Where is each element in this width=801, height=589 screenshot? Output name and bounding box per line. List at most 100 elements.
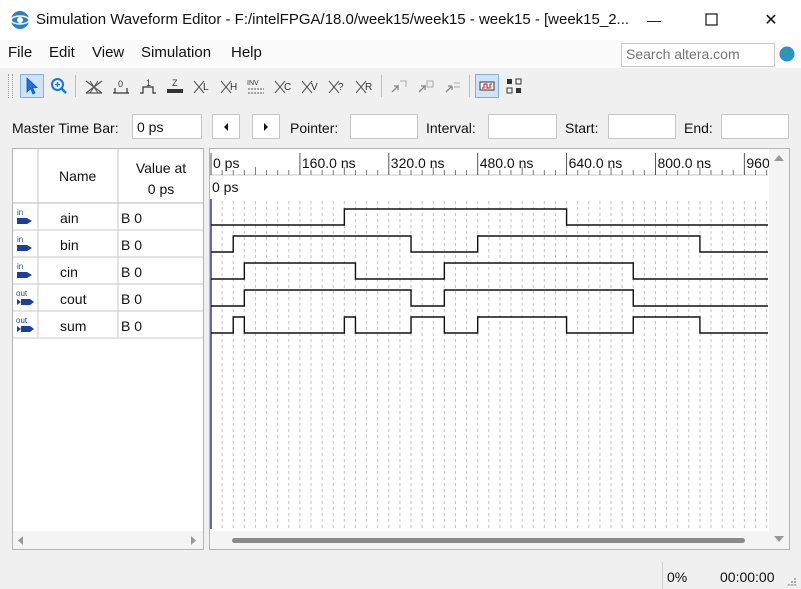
svg-text:H: H [230, 82, 237, 93]
weak-low-button[interactable]: L [190, 74, 214, 98]
waveform-sum [211, 316, 768, 334]
forcing-high-button[interactable]: 1 [136, 74, 160, 98]
random-values-button[interactable]: R [352, 74, 376, 98]
high-impedance-button[interactable]: Z [163, 74, 187, 98]
window-title: Simulation Waveform Editor - F:/intelFPG… [36, 11, 630, 28]
globe-icon[interactable] [779, 46, 795, 62]
clock-icon: C [274, 80, 291, 94]
signal-row-cout[interactable]: out cout B 0 [13, 285, 203, 311]
value-header-line2: 0 ps [147, 181, 175, 197]
svg-text:0: 0 [118, 79, 123, 89]
master-time-bar-field[interactable]: 0 ps [132, 114, 202, 139]
signal-name: bin [60, 237, 79, 253]
scrollbar-thumb[interactable] [232, 538, 745, 543]
svg-text:out: out [16, 289, 28, 298]
search-input[interactable] [622, 44, 772, 64]
forcing-low-button[interactable]: 0 [109, 74, 133, 98]
quartus-app-icon [10, 11, 30, 29]
unknown-value-icon [85, 80, 103, 94]
scroll-left-icon[interactable] [17, 536, 25, 545]
group-icon [445, 82, 460, 93]
count-value-button[interactable]: V [298, 74, 322, 98]
scroll-up-icon[interactable] [774, 154, 784, 162]
weak-high-icon: H [220, 80, 237, 94]
name-column-header[interactable]: Name [59, 168, 96, 184]
zoom-icon [51, 78, 67, 94]
weak-low-icon: L [193, 80, 209, 94]
weak-high-button[interactable]: H [217, 74, 241, 98]
toolbar-separator [381, 75, 382, 97]
signal-value: B 0 [121, 237, 143, 253]
signal-name: cout [60, 291, 87, 307]
group-button[interactable] [441, 74, 465, 98]
svg-text:Z: Z [172, 78, 178, 88]
forcing-unknown-button[interactable] [82, 74, 106, 98]
pointer-field[interactable] [350, 114, 418, 139]
menu-simulation[interactable]: Simulation [141, 44, 211, 61]
arbitrary-value-button[interactable]: ? [325, 74, 349, 98]
selection-tool-button[interactable] [20, 74, 44, 98]
input-pin-icon: in [17, 262, 32, 278]
waveform-cout [211, 289, 768, 307]
elapsed-time: 00:00:00 [720, 569, 775, 585]
resize-grip-icon[interactable] [786, 576, 798, 588]
invert-button[interactable]: INV [244, 74, 268, 98]
previous-transition-button[interactable] [212, 114, 240, 139]
ruler-tick-label: 0 ps [213, 155, 239, 171]
waveform-horizontal-scrollbar[interactable] [210, 531, 769, 549]
sort-button[interactable] [414, 74, 438, 98]
svg-text:V: V [311, 82, 318, 93]
signal-row-sum[interactable]: out sum B 0 [13, 312, 203, 338]
left-horizontal-scrollbar[interactable] [13, 531, 203, 549]
signal-row-cin[interactable]: in cin B 0 [13, 258, 203, 284]
toolbar-grip[interactable] [8, 74, 13, 98]
close-button[interactable]: ✕ [742, 0, 800, 40]
zoom-tool-button[interactable] [47, 74, 71, 98]
forcing-high-icon: 1 [140, 78, 156, 94]
next-transition-button[interactable] [252, 114, 280, 139]
time-ruler: 0 ps 160.0 ns 320.0 ns 480.0 ns 640.0 ns 800.… [210, 153, 789, 175]
menu-help[interactable]: Help [231, 44, 262, 61]
scroll-down-icon[interactable] [774, 535, 784, 543]
signal-row-ain[interactable]: in ain B 0 [13, 204, 203, 230]
scroll-right-icon[interactable] [189, 536, 197, 545]
clock-button[interactable]: C [271, 74, 295, 98]
master-time-bar-label: Master Time Bar: [12, 120, 119, 136]
svg-text:L: L [203, 82, 209, 93]
overwrite-clock-button[interactable] [475, 74, 499, 98]
maximize-button[interactable] [683, 0, 741, 40]
menu-edit[interactable]: Edit [49, 44, 75, 61]
start-label: Start: [565, 120, 599, 136]
forcing-low-icon: 0 [113, 79, 129, 94]
end-label: End: [684, 120, 713, 136]
interval-field[interactable] [488, 114, 557, 139]
toolbar-separator [75, 75, 76, 97]
input-pin-icon: in [17, 208, 32, 224]
signal-value: B 0 [121, 264, 143, 280]
svg-text:out: out [16, 316, 28, 325]
signal-name: ain [60, 210, 79, 226]
value-column-header[interactable]: Value at 0 ps [119, 158, 203, 200]
start-field[interactable] [608, 114, 676, 139]
menu-file[interactable]: File [8, 44, 32, 61]
svg-text:C: C [284, 82, 291, 93]
search-box[interactable] [621, 43, 775, 67]
ruler-tick-label: 640.0 ns [569, 155, 623, 171]
minimize-button[interactable]: — [625, 0, 683, 40]
arrow-left-icon [224, 122, 228, 131]
waveform-view-icon [479, 81, 495, 91]
grid-settings-button[interactable] [502, 74, 526, 98]
invert-icon: INV [247, 80, 264, 94]
end-field[interactable] [721, 114, 789, 139]
menu-view[interactable]: View [92, 44, 124, 61]
progress-percent: 0% [667, 569, 688, 585]
waveform-vertical-scrollbar[interactable] [769, 149, 789, 549]
snap-to-grid-button[interactable] [387, 74, 411, 98]
signal-row-bin[interactable]: in bin B 0 [13, 231, 203, 257]
waveform-canvas[interactable]: 0 ps 160.0 ns 320.0 ns 480.0 ns 640.0 ns 800.… [210, 149, 789, 549]
svg-text:in: in [17, 208, 23, 217]
signal-value: B 0 [121, 210, 143, 226]
ruler-tick-label: 320.0 ns [391, 155, 445, 171]
snap-icon [391, 80, 407, 93]
ruler-tick-label: 800.0 ns [657, 155, 711, 171]
